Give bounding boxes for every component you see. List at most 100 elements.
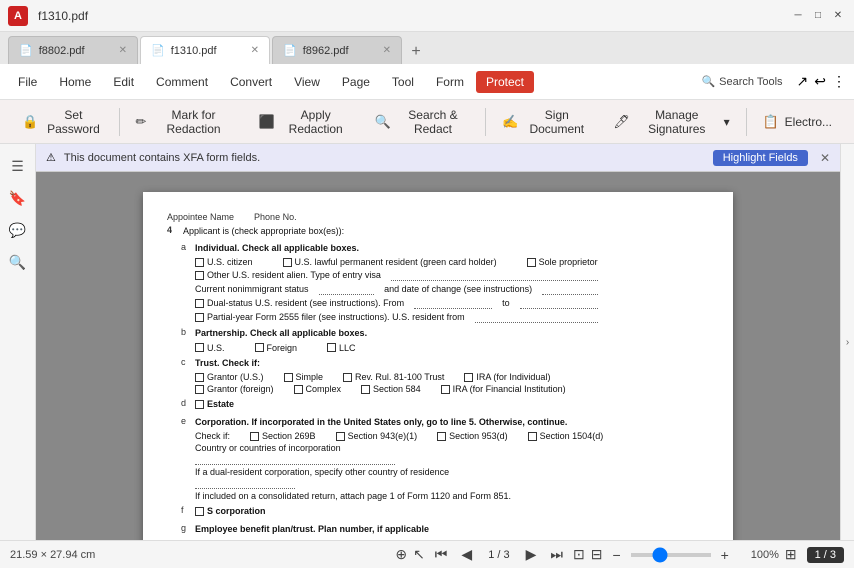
mark-redaction-button[interactable]: ✏ Mark for Redaction <box>124 104 247 140</box>
search-redact-button[interactable]: 🔍 Search & Redact <box>363 104 482 140</box>
signatures-icon: 🖊 <box>613 114 630 130</box>
date-change-label: and date of change (see instructions) <box>384 284 532 294</box>
page-current-info: 1 / 3 <box>482 549 515 561</box>
row-g-label: g <box>181 523 191 533</box>
menu-edit[interactable]: Edit <box>103 71 144 93</box>
row-f: f S corporation <box>167 505 709 519</box>
tab-icon-2: 📄 <box>151 44 165 57</box>
pdf-container[interactable]: Appointee Name Phone No. 4 Applicant is … <box>36 172 840 540</box>
share-icon[interactable]: ↗ <box>797 73 809 90</box>
row-b-label: b <box>181 327 191 337</box>
menu-tool[interactable]: Tool <box>382 71 424 93</box>
zoom-slider[interactable] <box>631 553 711 557</box>
electronic-icon: 📋 <box>762 114 778 130</box>
minimize-button[interactable]: ─ <box>790 8 806 24</box>
manage-signatures-button[interactable]: 🖊 Manage Signatures ▾ <box>601 104 741 140</box>
row-g-content: Employee benefit plan/trust. Plan number… <box>195 523 502 541</box>
toolbar-sep-3 <box>746 108 747 136</box>
cursor-icon[interactable]: ⊕ <box>395 546 407 563</box>
us-citizen-checkbox[interactable] <box>195 258 204 267</box>
partial-form-checkbox[interactable] <box>195 313 204 322</box>
menu-home[interactable]: Home <box>49 71 101 93</box>
individual-row: Individual. Check all applicable boxes. <box>195 242 598 256</box>
sidebar-item-comments[interactable]: 💬 <box>4 216 32 244</box>
section-4-row: 4 Applicant is (check appropriate box(es… <box>167 225 709 239</box>
appointee-name-label: Appointee Name <box>167 212 234 222</box>
dual-to-field <box>520 297 598 309</box>
fit-page-icon[interactable]: ⊡ <box>573 546 585 563</box>
zoom-in-button[interactable]: + <box>717 545 733 565</box>
sign-document-button[interactable]: ✍ Sign Document <box>490 104 601 140</box>
partnership-text: Partnership. Check all applicable boxes. <box>195 328 367 338</box>
xfa-notice-bar: ⚠ This document contains XFA form fields… <box>36 144 840 172</box>
menu-form[interactable]: Form <box>426 71 474 93</box>
dual-status-checkbox[interactable] <box>195 299 204 308</box>
apply-redaction-button[interactable]: ⬛ Apply Redaction <box>247 104 363 140</box>
close-button[interactable]: ✕ <box>830 8 846 24</box>
redact-apply-icon: ⬛ <box>259 114 275 130</box>
country-field <box>195 453 395 465</box>
nonimmigrant-label: Current nonimmigrant status <box>195 284 309 294</box>
row-e-label: e <box>181 416 191 426</box>
sidebar-item-bookmarks[interactable]: 🔖 <box>4 184 32 212</box>
sidebar-item-pages[interactable]: ☰ <box>4 152 32 180</box>
xfa-close-icon[interactable]: ✕ <box>820 151 830 165</box>
content-area: ☰ 🔖 💬 🔍 ⚠ This document contains XFA for… <box>0 144 854 540</box>
grid-view-icon[interactable]: ⊞ <box>785 546 797 563</box>
other-us-check: Other U.S. resident alien. Type of entry… <box>195 270 381 280</box>
row-e: e Corporation. If incorporated in the Un… <box>167 416 709 502</box>
set-password-button[interactable]: 🔒 Set Password <box>10 104 115 140</box>
menu-view[interactable]: View <box>284 71 330 93</box>
search-tools-button[interactable]: 🔍 Search Tools <box>693 71 790 92</box>
electronic-button[interactable]: 📋 Electro... <box>750 104 844 140</box>
tab-1[interactable]: 📄 f8802.pdf ✕ <box>8 36 138 64</box>
tab-close-1[interactable]: ✕ <box>119 45 127 56</box>
tab-close-2[interactable]: ✕ <box>251 45 259 56</box>
dual-status-row: Dual-status U.S. resident (see instructi… <box>195 297 598 309</box>
menu-bar: File Home Edit Comment Convert View Page… <box>0 64 854 100</box>
nav-last-button[interactable]: ⏭ <box>546 544 567 565</box>
pdf-page: Appointee Name Phone No. 4 Applicant is … <box>143 192 733 540</box>
left-sidebar: ☰ 🔖 💬 🔍 <box>0 144 36 540</box>
dimensions-text: 21.59 × 27.94 cm <box>10 549 95 561</box>
applicant-text: Applicant is (check appropriate box(es))… <box>183 225 344 239</box>
row-g: g Employee benefit plan/trust. Plan numb… <box>167 523 709 541</box>
partnership-checkboxes: U.S. Foreign LLC <box>195 343 367 353</box>
appointee-header: Appointee Name Phone No. <box>167 212 709 222</box>
arrow-icon[interactable]: ↖ <box>413 546 425 563</box>
tab-2[interactable]: 📄 f1310.pdf ✕ <box>140 36 270 64</box>
menu-comment[interactable]: Comment <box>146 71 218 93</box>
other-us-row: Other U.S. resident alien. Type of entry… <box>195 269 598 281</box>
nonimmigrant-row: Current nonimmigrant status and date of … <box>195 283 598 295</box>
page-badge: 1 / 3 <box>807 547 844 563</box>
menu-convert[interactable]: Convert <box>220 71 282 93</box>
corp-checkboxes: Check if: Section 269B Section 943(e)(1)… <box>195 431 603 441</box>
xfa-warning-icon: ⚠ <box>46 151 56 164</box>
tab-close-3[interactable]: ✕ <box>383 45 391 56</box>
sidebar-item-search[interactable]: 🔍 <box>4 248 32 276</box>
sole-prop-check: Sole proprietor <box>527 257 598 267</box>
highlight-fields-button[interactable]: Highlight Fields <box>713 150 808 166</box>
undo-icon[interactable]: ↩ <box>814 73 826 90</box>
nav-next-button[interactable]: ▶ <box>522 544 541 565</box>
nav-prev-button[interactable]: ◀ <box>457 544 476 565</box>
menu-page[interactable]: Page <box>332 71 380 93</box>
tab-3[interactable]: 📄 f8962.pdf ✕ <box>272 36 402 64</box>
right-sidebar-handle[interactable]: › <box>840 144 854 540</box>
maximize-button[interactable]: □ <box>810 8 826 24</box>
nav-first-button[interactable]: ⏮ <box>431 544 452 565</box>
xfa-message: This document contains XFA form fields. <box>64 152 705 164</box>
row-e-content: Corporation. If incorporated in the Unit… <box>195 416 603 502</box>
new-tab-button[interactable]: + <box>404 40 428 64</box>
menu-file[interactable]: File <box>8 71 47 93</box>
sole-prop-checkbox[interactable] <box>527 258 536 267</box>
us-lawful-checkbox[interactable] <box>283 258 292 267</box>
dual-status-check: Dual-status U.S. resident (see instructi… <box>195 298 404 308</box>
app-logo: A <box>8 6 28 26</box>
more-icon[interactable]: ⋮ <box>832 73 846 90</box>
other-us-checkbox[interactable] <box>195 271 204 280</box>
zoom-out-button[interactable]: − <box>608 545 624 565</box>
individual-checkboxes: U.S. citizen U.S. lawful permanent resid… <box>195 257 598 267</box>
menu-protect[interactable]: Protect <box>476 71 534 93</box>
fit-width-icon[interactable]: ⊟ <box>591 546 603 563</box>
